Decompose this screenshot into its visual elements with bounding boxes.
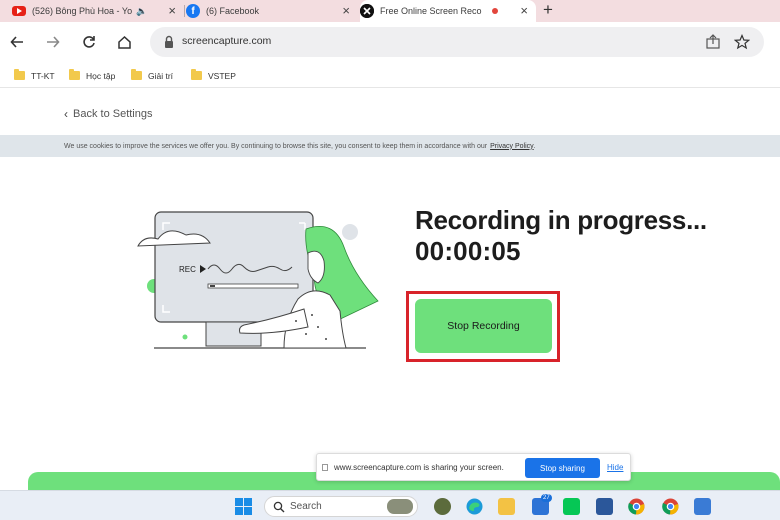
folder-icon — [69, 69, 80, 80]
speaker-icon[interactable]: 🔈 — [136, 6, 147, 17]
tab-title: Free Online Screen Reco — [380, 6, 482, 16]
bookmarks-bar: TT-KT Học tập Giải trí VSTEP — [0, 62, 780, 88]
bookmark-label: VSTEP — [208, 70, 236, 81]
sharing-message: www.screencapture.com is sharing your sc… — [334, 463, 504, 472]
bookmark-folder[interactable]: Giải trí — [131, 69, 173, 82]
notification-badge: 27 — [541, 494, 552, 502]
edge-icon[interactable] — [466, 498, 483, 515]
folder-icon — [191, 69, 202, 80]
back-link-label: Back to Settings — [73, 108, 153, 120]
facebook-icon: f — [186, 4, 200, 18]
hide-link[interactable]: Hide — [607, 463, 623, 472]
tab-screencapture[interactable]: Free Online Screen Reco × — [360, 0, 536, 22]
recording-timer: 00:00:05 — [415, 236, 521, 266]
search-highlight-icon — [387, 499, 413, 514]
home-icon[interactable] — [113, 31, 135, 53]
bookmark-star-icon[interactable] — [733, 33, 751, 50]
youtube-icon — [12, 6, 26, 16]
illustration-rec-label: REC — [179, 265, 196, 274]
screencapture-icon — [360, 4, 374, 18]
close-icon[interactable]: × — [520, 3, 528, 19]
bookmark-label: TT-KT — [31, 70, 55, 81]
chrome-profile-icon[interactable] — [662, 498, 679, 515]
bookmark-folder[interactable]: VSTEP — [191, 69, 236, 82]
recording-indicator-icon — [492, 8, 498, 14]
cookie-text: We use cookies to improve the services w… — [64, 142, 488, 150]
chrome-icon[interactable] — [628, 498, 645, 515]
cookie-text-end: . — [533, 142, 536, 150]
tab-youtube[interactable]: (526) Bông Phù Hoa - Yo 🔈 × — [12, 0, 184, 22]
windows-taskbar: Search 27 — [0, 490, 780, 520]
address-bar[interactable]: screencapture.com — [150, 27, 764, 57]
line-icon[interactable] — [563, 498, 580, 515]
tab-divider — [184, 5, 185, 17]
back-to-settings-link[interactable]: ‹ Back to Settings — [64, 107, 153, 121]
bookmark-label: Học tập — [86, 70, 116, 81]
screen-sharing-bar: www.screencapture.com is sharing your sc… — [316, 453, 631, 481]
tab-facebook[interactable]: f (6) Facebook × — [186, 0, 358, 22]
widgets-icon[interactable] — [434, 498, 451, 515]
search-icon — [273, 501, 285, 513]
bookmark-label: Giải trí — [148, 70, 174, 81]
close-icon[interactable]: × — [342, 3, 350, 19]
bookmark-folder[interactable]: TT-KT — [14, 69, 55, 82]
recording-status-title: Recording in progress... — [415, 205, 707, 235]
folder-icon — [131, 69, 142, 80]
tab-title: (6) Facebook — [206, 6, 260, 16]
reload-icon[interactable] — [78, 31, 100, 53]
cookie-banner: We use cookies to improve the services w… — [0, 135, 780, 157]
search-placeholder: Search — [290, 501, 322, 512]
forward-arrow-icon[interactable] — [42, 31, 64, 53]
stop-recording-button[interactable]: Stop Recording — [415, 299, 552, 353]
word-icon[interactable] — [596, 498, 613, 515]
tab-title: (526) Bông Phù Hoa - Yo — [32, 6, 133, 16]
lock-icon[interactable] — [163, 35, 175, 49]
folder-icon — [14, 69, 25, 80]
page-content: ‹ Back to Settings We use cookies to imp… — [0, 89, 780, 490]
tab-strip: (526) Bông Phù Hoa - Yo 🔈 × f (6) Facebo… — [0, 0, 780, 22]
recording-illustration: REC — [137, 211, 379, 349]
file-explorer-icon[interactable] — [498, 498, 515, 515]
close-icon[interactable]: × — [168, 3, 176, 19]
taskbar-search[interactable]: Search — [264, 496, 418, 517]
drag-handle-icon[interactable] — [322, 464, 328, 471]
chevron-left-icon: ‹ — [64, 107, 68, 121]
new-tab-icon[interactable]: + — [543, 1, 553, 19]
browser-toolbar: screencapture.com — [0, 22, 780, 62]
share-icon[interactable] — [705, 34, 721, 50]
notepad-icon[interactable] — [694, 498, 711, 515]
windows-start-icon[interactable] — [235, 498, 252, 515]
back-arrow-icon[interactable] — [6, 31, 28, 53]
stop-sharing-button[interactable]: Stop sharing — [525, 458, 600, 478]
privacy-policy-link[interactable]: Privacy Policy — [490, 143, 534, 150]
url-text: screencapture.com — [182, 35, 272, 47]
bookmark-folder[interactable]: Học tập — [69, 69, 115, 82]
